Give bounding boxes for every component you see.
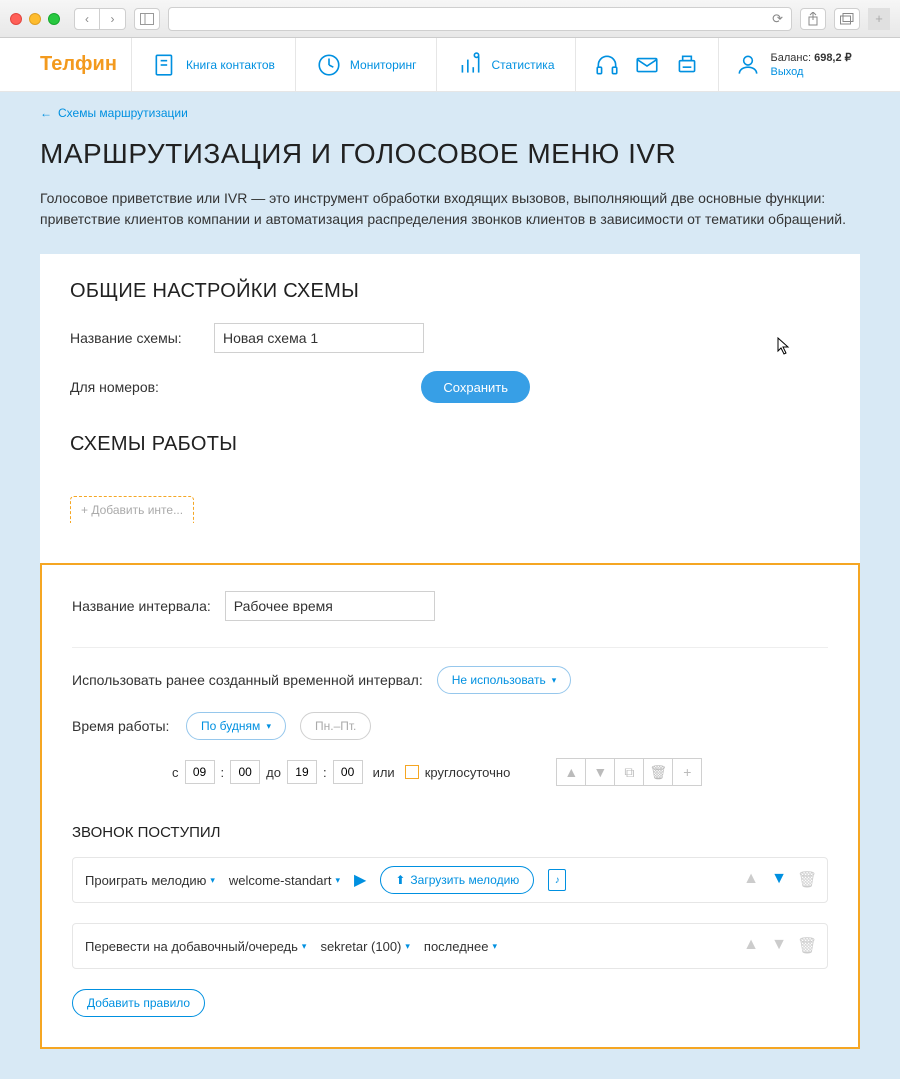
nav-label: Статистика xyxy=(491,58,554,72)
settings-panel: ОБЩИЕ НАСТРОЙКИ СХЕМЫ Название схемы: Дл… xyxy=(40,254,860,563)
audio-file-icon[interactable]: ♪ xyxy=(548,869,566,891)
nav-stats[interactable]: Статистика xyxy=(436,38,574,92)
allday-checkbox[interactable] xyxy=(405,765,419,779)
back-link[interactable]: Схемы маршрутизации xyxy=(40,106,860,120)
share-button[interactable] xyxy=(800,8,826,30)
headset-icon[interactable] xyxy=(594,52,620,78)
add-interval-tab[interactable]: + Добавить инте... xyxy=(70,496,194,523)
page-title: МАРШРУТИЗАЦИЯ И ГОЛОСОВОЕ МЕНЮ IVR xyxy=(40,138,860,170)
rule-move-up-icon[interactable]: ▲ xyxy=(741,870,761,890)
logo[interactable]: Телфин xyxy=(40,53,117,76)
rule-mode-select[interactable]: последнее ▾ xyxy=(424,939,497,954)
delete-button[interactable]: 🗑 xyxy=(643,758,673,786)
rule-delete-icon[interactable]: 🗑 xyxy=(797,870,817,890)
upload-melody-button[interactable]: ⬆Загрузить мелодию xyxy=(380,866,534,894)
rule-play-melody: Проиграть мелодию ▾ welcome-standart ▾ ▶… xyxy=(72,857,828,903)
page-description: Голосовое приветствие или IVR — это инст… xyxy=(40,188,860,230)
window-controls xyxy=(10,13,60,25)
minimize-window-icon[interactable] xyxy=(29,13,41,25)
to-min-input[interactable] xyxy=(333,760,363,784)
rule-target-select[interactable]: sekretar (100) ▾ xyxy=(320,939,409,954)
nav-quick-icons xyxy=(575,38,718,92)
section-general-heading: ОБЩИЕ НАСТРОЙКИ СХЕМЫ xyxy=(70,280,830,303)
monitoring-icon xyxy=(316,52,342,78)
interval-name-label: Название интервала: xyxy=(72,598,211,614)
interval-editor: Название интервала: Использовать ранее с… xyxy=(40,563,860,1049)
page-content: Схемы маршрутизации МАРШРУТИЗАЦИЯ И ГОЛО… xyxy=(0,92,900,1079)
scheme-name-input[interactable] xyxy=(214,323,424,353)
weekdays-select[interactable]: По будням▾ xyxy=(186,712,286,740)
weekdays-short-display: Пн.–Пт. xyxy=(300,712,371,740)
back-button[interactable]: ‹ xyxy=(74,8,100,30)
chevron-down-icon: ▾ xyxy=(266,721,271,732)
upload-icon: ⬆ xyxy=(395,873,405,887)
balance: Баланс: 698,2 ₽ xyxy=(771,51,852,64)
move-up-button[interactable]: ▲ xyxy=(556,758,586,786)
copy-button[interactable]: ⧉ xyxy=(614,758,644,786)
contacts-icon xyxy=(152,52,178,78)
nav-label: Книга контактов xyxy=(186,58,275,72)
browser-chrome: ‹ › ⟳ + xyxy=(0,0,900,38)
rule-move-up-icon[interactable]: ▲ xyxy=(741,936,761,956)
from-hour-input[interactable] xyxy=(185,760,215,784)
save-button[interactable]: Сохранить xyxy=(421,371,530,403)
sidebar-toggle-button[interactable] xyxy=(134,8,160,30)
to-hour-input[interactable] xyxy=(287,760,317,784)
chevron-down-icon: ▾ xyxy=(335,875,340,886)
nav-monitoring[interactable]: Мониторинг xyxy=(295,38,437,92)
reload-icon[interactable]: ⟳ xyxy=(772,11,783,27)
logout-link[interactable]: Выход xyxy=(771,66,852,78)
mail-icon[interactable] xyxy=(634,52,660,78)
chevron-down-icon: ▾ xyxy=(405,941,410,952)
call-section-heading: ЗВОНОК ПОСТУПИЛ xyxy=(72,824,828,841)
rule-move-down-icon[interactable]: ▼ xyxy=(769,936,789,956)
use-prev-label: Использовать ранее созданный временной и… xyxy=(72,672,423,688)
for-numbers-label: Для номеров: xyxy=(70,379,200,395)
rule-file-select[interactable]: welcome-standart ▾ xyxy=(229,873,340,888)
chevron-down-icon: ▾ xyxy=(210,875,215,886)
to-label: до xyxy=(266,765,281,780)
time-range-row: с : до : или круглосуточно ▲ ▼ ⧉ 🗑 + xyxy=(172,758,828,786)
allday-label: круглосуточно xyxy=(425,765,511,780)
nav-label: Мониторинг xyxy=(350,58,417,72)
user-icon[interactable] xyxy=(735,52,761,78)
play-icon[interactable]: ▶ xyxy=(354,870,366,890)
close-window-icon[interactable] xyxy=(10,13,22,25)
forward-button[interactable]: › xyxy=(100,8,126,30)
chevron-down-icon: ▾ xyxy=(492,941,497,952)
stats-icon xyxy=(457,52,483,78)
chevron-down-icon: ▾ xyxy=(552,675,557,686)
move-down-button[interactable]: ▼ xyxy=(585,758,615,786)
add-button[interactable]: + xyxy=(672,758,702,786)
url-bar[interactable]: ⟳ xyxy=(168,7,792,31)
account-block: Баланс: 698,2 ₽ Выход xyxy=(718,38,868,92)
time-toolbar: ▲ ▼ ⧉ 🗑 + xyxy=(556,758,702,786)
rule-move-down-icon[interactable]: ▼ xyxy=(769,870,789,890)
work-time-label: Время работы: xyxy=(72,718,172,734)
top-navigation: Телфин Книга контактов Мониторинг Статис… xyxy=(0,38,900,92)
rule-delete-icon[interactable]: 🗑 xyxy=(797,936,817,956)
nav-contacts[interactable]: Книга контактов xyxy=(131,38,295,92)
tabs-button[interactable] xyxy=(834,8,860,30)
interval-name-input[interactable] xyxy=(225,591,435,621)
scheme-name-label: Название схемы: xyxy=(70,330,200,346)
add-rule-button[interactable]: Добавить правило xyxy=(72,989,205,1017)
chevron-down-icon: ▾ xyxy=(302,941,307,952)
from-min-input[interactable] xyxy=(230,760,260,784)
from-label: с xyxy=(172,765,179,780)
maximize-window-icon[interactable] xyxy=(48,13,60,25)
or-label: или xyxy=(373,765,395,780)
fax-icon[interactable] xyxy=(674,52,700,78)
rule-action-select[interactable]: Проиграть мелодию ▾ xyxy=(85,873,215,888)
rule-action-select[interactable]: Перевести на добавочный/очередь ▾ xyxy=(85,939,306,954)
new-tab-button[interactable]: + xyxy=(868,8,890,30)
use-prev-select[interactable]: Не использовать▾ xyxy=(437,666,572,694)
section-schemes-heading: СХЕМЫ РАБОТЫ xyxy=(70,433,830,456)
